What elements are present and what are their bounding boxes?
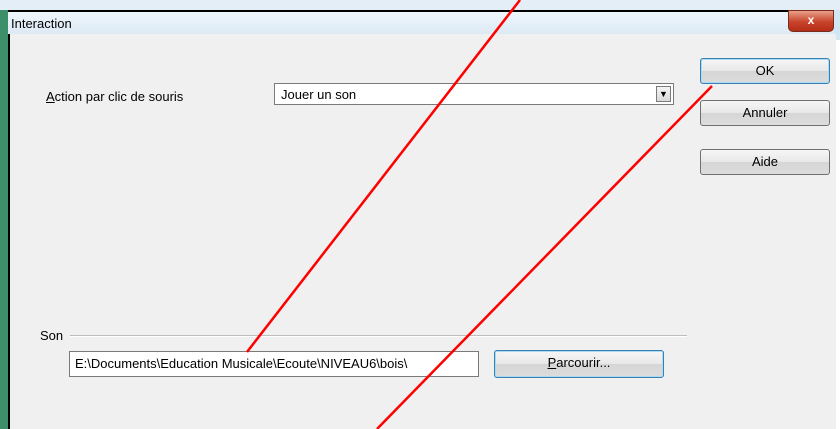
annotation-line bbox=[376, 85, 713, 429]
annotation-overlay bbox=[246, 0, 713, 429]
annotation-line bbox=[246, 0, 521, 353]
